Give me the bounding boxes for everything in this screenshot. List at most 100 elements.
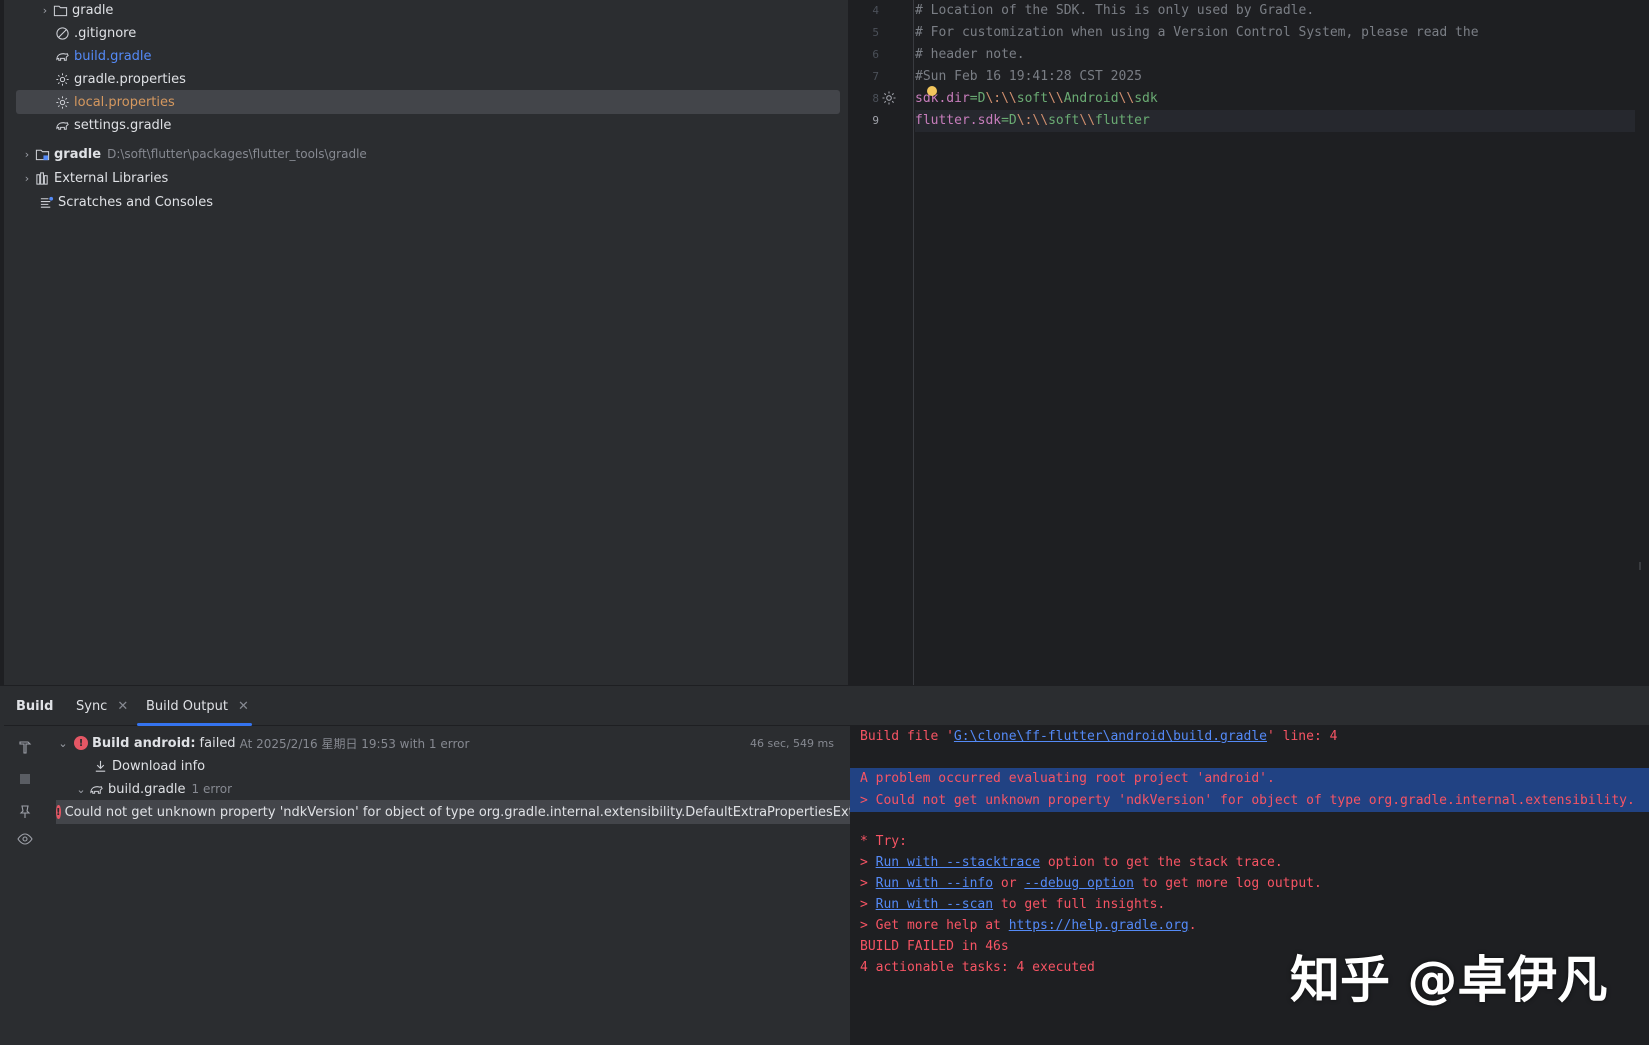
property-key: flutter.sdk <box>915 113 1002 128</box>
build-panel-title: Build <box>16 698 54 714</box>
console-line-help: > Get more help at https://help.gradle.o… <box>860 915 1197 937</box>
editor-gutter: 4 5 6 7 8 9 <box>849 0 914 685</box>
tree-item-scratches[interactable]: Scratches and Consoles <box>38 190 213 214</box>
line-number: 7 <box>872 70 879 83</box>
download-label: Download info <box>112 758 206 774</box>
escape-part: \\ <box>1079 113 1096 128</box>
line-number: 6 <box>872 48 879 61</box>
gradle-elephant-icon <box>54 48 70 64</box>
console-text: . <box>1188 918 1197 933</box>
console-text: or <box>993 876 1025 891</box>
info-link[interactable]: Run with --info <box>876 876 993 891</box>
error-message: Could not get unknown property 'ndkVersi… <box>64 804 850 820</box>
console-line-run-stacktrace: > Run with --stacktrace option to get th… <box>860 852 1283 874</box>
stacktrace-link[interactable]: Run with --stacktrace <box>876 855 1040 870</box>
line-number: 5 <box>872 26 879 39</box>
file-label: build.gradle <box>108 781 186 797</box>
tree-item-external-libraries[interactable]: › External Libraries <box>20 166 168 190</box>
download-info-row[interactable]: Download info <box>92 754 205 778</box>
chevron-right-icon[interactable]: › <box>38 4 52 17</box>
tree-item-label: build.gradle <box>74 48 152 64</box>
code-line-flutter-sdk: flutter.sdk=D\:\\soft\\flutter <box>915 110 1635 132</box>
equals-sign: = <box>969 91 978 106</box>
console-text: to get full insights. <box>993 897 1166 912</box>
console-text: ' line: 4 <box>1267 729 1338 744</box>
hammer-icon[interactable] <box>16 738 34 756</box>
tree-item-settings-gradle[interactable]: settings.gradle <box>54 113 171 137</box>
property-key: sdk.dir <box>915 91 970 106</box>
build-root-status: failed <box>199 735 236 751</box>
console-line-failed: BUILD FAILED in 46s <box>860 939 1009 954</box>
tree-item-gradle-module[interactable]: › gradle D:\soft\flutter\packages\flutte… <box>20 142 367 166</box>
stop-icon[interactable] <box>16 770 34 788</box>
tree-item-local-properties[interactable]: local.properties <box>16 90 840 114</box>
scan-link[interactable]: Run with --scan <box>876 897 993 912</box>
line-number-current: 9 <box>872 114 879 127</box>
tab-sync[interactable]: Sync ✕ <box>76 686 128 726</box>
chevron-right-icon[interactable]: › <box>20 172 34 185</box>
tree-item-gradle-folder[interactable]: › gradle <box>38 0 114 22</box>
line-number: 4 <box>872 4 879 17</box>
chevron-down-icon[interactable]: ⌄ <box>56 737 70 750</box>
build-gradle-row[interactable]: ⌄ build.gradle 1 error <box>74 777 232 801</box>
code-line: # For customization when using a Version… <box>915 25 1479 40</box>
console-line-tasks: 4 actionable tasks: 4 executed <box>860 960 1095 975</box>
escape-part: \\ <box>1032 113 1049 128</box>
value-part: D <box>1008 113 1017 128</box>
debug-link[interactable]: --debug option <box>1024 876 1134 891</box>
escape-part: \\ <box>1001 91 1017 106</box>
tree-item-label: local.properties <box>74 94 175 110</box>
tree-item-gitignore[interactable]: .gitignore <box>54 21 136 45</box>
console-line-try: * Try: <box>860 834 907 849</box>
project-tool-window: › gradle .gitignore build.gradle gradle.… <box>4 0 849 685</box>
tree-item-build-gradle[interactable]: build.gradle <box>54 44 152 68</box>
console-line-run-info: > Run with --info or --debug option to g… <box>860 873 1322 895</box>
value-part: sdk <box>1134 91 1158 106</box>
console-text: > <box>860 855 876 870</box>
tab-label: Sync <box>76 698 108 714</box>
module-folder-icon <box>34 146 50 162</box>
value-part: flutter <box>1095 113 1150 128</box>
escape-part: \\ <box>1048 91 1064 106</box>
chevron-down-icon[interactable]: ⌄ <box>74 783 88 796</box>
close-icon[interactable]: ✕ <box>238 699 249 714</box>
scrollbar-marker <box>1639 562 1641 570</box>
ignore-file-icon <box>54 25 70 41</box>
chevron-right-icon[interactable]: › <box>20 148 34 161</box>
error-icon: ! <box>56 805 61 819</box>
help-link[interactable]: https://help.gradle.org <box>1009 918 1189 933</box>
console-text: > <box>860 897 876 912</box>
code-line: # header note. <box>915 47 1025 62</box>
folder-icon <box>52 2 68 18</box>
close-icon[interactable]: ✕ <box>117 699 128 714</box>
console-text: > Get more help at <box>860 918 1009 933</box>
console-line-detail: > Could not get unknown property 'ndkVer… <box>850 790 1649 812</box>
editor-pane[interactable]: 4 5 6 7 8 9 # Location of the SDK. This … <box>849 0 1649 685</box>
gradle-elephant-icon <box>54 117 70 133</box>
file-link[interactable]: G:\clone\ff-flutter\android\build.gradle <box>954 729 1267 744</box>
tree-item-path: D:\soft\flutter\packages\flutter_tools\g… <box>107 147 367 161</box>
library-icon <box>34 170 50 186</box>
build-tabbar: Build Sync ✕ Build Output ✕ <box>4 686 1649 726</box>
elapsed-time: 46 sec, 549 ms <box>750 736 834 750</box>
tree-item-label: gradle <box>54 146 102 162</box>
build-root-label: Build android: <box>92 735 196 751</box>
code-line: # Location of the SDK. This is only used… <box>915 3 1315 18</box>
build-root-row[interactable]: ⌄ ! Build android: failed At 2025/2/16 星… <box>56 731 850 755</box>
tab-build-output[interactable]: Build Output ✕ <box>146 686 249 726</box>
console-line-problem: A problem occurred evaluating root proje… <box>850 768 1649 790</box>
pin-icon[interactable] <box>16 803 34 821</box>
gradle-elephant-icon <box>88 781 104 797</box>
error-message-row[interactable]: ! Could not get unknown property 'ndkVer… <box>56 800 850 824</box>
value-part: Android <box>1063 91 1119 106</box>
watermark: 知乎 @卓伊凡 <box>1290 951 1608 1009</box>
lightbulb-icon[interactable] <box>927 86 937 96</box>
eye-icon[interactable] <box>16 830 34 848</box>
gear-icon[interactable] <box>881 90 897 106</box>
build-tree: ⌄ ! Build android: failed At 2025/2/16 星… <box>50 726 850 1045</box>
console-text: to get more log output. <box>1133 876 1322 891</box>
tree-item-label: settings.gradle <box>74 117 172 133</box>
line-number: 8 <box>872 92 879 105</box>
tree-item-label: Scratches and Consoles <box>58 194 214 210</box>
tree-item-gradle-properties[interactable]: gradle.properties <box>54 67 186 91</box>
